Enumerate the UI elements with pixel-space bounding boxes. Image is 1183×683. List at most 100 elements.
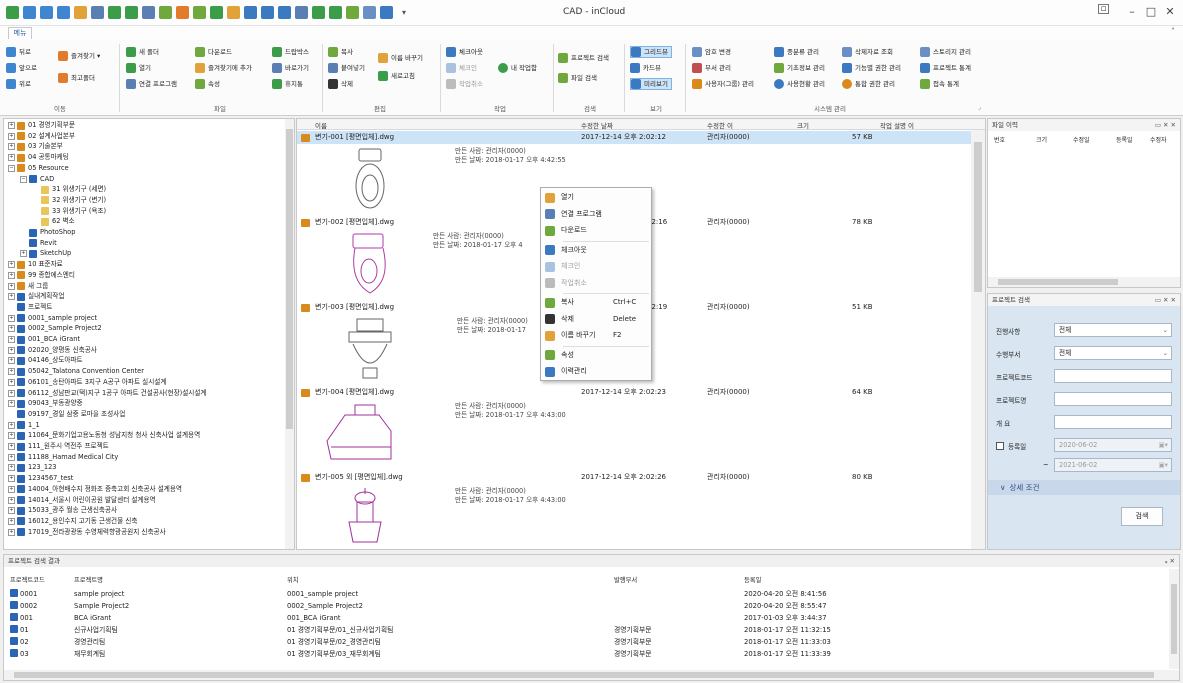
tree-expander-icon[interactable]: [8, 411, 15, 418]
menu-item-checkout[interactable]: 체크아웃: [541, 243, 651, 258]
dialog-launcher-icon[interactable]: ⌟: [978, 104, 981, 111]
tree-expander-icon[interactable]: [20, 240, 27, 247]
tree-expander-icon[interactable]: +: [8, 475, 15, 483]
history-column[interactable]: 번호: [994, 135, 1005, 144]
collapse-ribbon-icon[interactable]: ˄: [1171, 27, 1175, 36]
tree-node[interactable]: +02 설계사업본부: [8, 132, 75, 141]
tree-expander-icon[interactable]: −: [20, 175, 27, 183]
forward-icon[interactable]: [40, 6, 53, 19]
menu-item-history[interactable]: 이력관리: [541, 364, 651, 379]
tree-expander-icon[interactable]: +: [8, 357, 15, 365]
tree-expander-icon[interactable]: +: [8, 517, 15, 525]
tree-node[interactable]: +11064_문화기업고용노동청 성남지청 청사 신축사업 설계용역: [8, 431, 200, 440]
menu-item-properties[interactable]: 속성: [541, 348, 651, 363]
tree-expander-icon[interactable]: −: [8, 164, 15, 172]
tree-expander-icon[interactable]: +: [20, 250, 27, 258]
results-column[interactable]: 위치: [287, 575, 299, 584]
cancel-work-button[interactable]: 작업취소: [446, 78, 483, 90]
result-row[interactable]: 0001 sample project 0001_sample project 202…: [4, 589, 1164, 600]
tree-expander-icon[interactable]: +: [8, 528, 15, 536]
file-row[interactable]: 변기-004 [평면입체].dwg 2017-12-14 오후 2:02:23 관리…: [297, 386, 973, 399]
copy-icon[interactable]: [244, 6, 257, 19]
my-work-icon[interactable]: [329, 6, 342, 19]
open-with-icon[interactable]: [142, 6, 155, 19]
tree-node[interactable]: +06112_성남판교(택)지구 1공구 아파트 건설공사(현장)설시설계: [8, 389, 207, 398]
result-row[interactable]: 02 경영관리팀 01 경영기획부문/02_경영관리팀 경영기획부문 2018-01-1…: [4, 637, 1164, 648]
status-select[interactable]: 전체 ⌄: [1054, 323, 1172, 337]
tree-expander-icon[interactable]: +: [8, 282, 15, 290]
menu-item-checkin[interactable]: 체크인: [541, 259, 651, 274]
preview-icon[interactable]: [380, 6, 393, 19]
date-from-input[interactable]: 2020-06-02 ▣▾: [1054, 438, 1172, 452]
tree-expander-icon[interactable]: +: [8, 389, 15, 397]
file-row[interactable]: 변기-005 외 [평면입체].dwg 2017-12-14 오후 2:02:26…: [297, 471, 973, 484]
project-name-input[interactable]: [1054, 392, 1172, 406]
top-folder-button[interactable]: 최고폴더: [58, 72, 95, 84]
column-name[interactable]: 이름: [315, 120, 327, 130]
tree-expander-icon[interactable]: [32, 197, 39, 204]
date-checkbox[interactable]: [996, 442, 1004, 450]
tree-expander-icon[interactable]: [8, 304, 15, 311]
rename-button[interactable]: 이름 바꾸기: [378, 52, 423, 64]
grid-view-button[interactable]: 그리드뷰: [630, 46, 672, 58]
tree-node[interactable]: +0001_sample project: [8, 314, 97, 323]
forward-button[interactable]: 앞으로: [6, 62, 37, 74]
file-list-scrollbar[interactable]: [971, 130, 985, 549]
result-row[interactable]: 03 재무회계팀 01 경영기획부문/03_재무회계팀 경영기획부문 2018-01-1…: [4, 649, 1164, 660]
up-button[interactable]: 위로: [6, 78, 31, 90]
tree-expander-icon[interactable]: +: [8, 496, 15, 504]
my-work-button[interactable]: 내 작업함: [498, 62, 537, 74]
delete-button[interactable]: 삭제: [328, 78, 353, 90]
tree-expander-icon[interactable]: +: [8, 293, 15, 301]
recycle-button[interactable]: 휴지통: [272, 78, 303, 90]
tree-node[interactable]: +1234567_test: [8, 474, 73, 483]
checkin-icon[interactable]: [295, 6, 308, 19]
tree-node[interactable]: 32 위생기구 (변기): [32, 196, 106, 205]
search-icon[interactable]: [346, 6, 359, 19]
refresh-button[interactable]: 새로고침: [378, 70, 415, 82]
tree-expander-icon[interactable]: +: [8, 432, 15, 440]
tree-expander-icon[interactable]: +: [8, 443, 15, 450]
tree-node[interactable]: +14014_서울시 어린이공원 발달센터 설계용역: [8, 496, 156, 505]
tree-node[interactable]: 09197_경일 삼중 로마을 조성사업: [8, 410, 125, 419]
tree-expander-icon[interactable]: +: [8, 346, 15, 354]
download-icon[interactable]: [159, 6, 172, 19]
tree-node[interactable]: +05042_Talatona Convention Center: [8, 367, 144, 376]
open-with-button[interactable]: 연결 프로그램: [126, 78, 177, 90]
panel-buttons[interactable]: ▭ ✕ ✕: [1155, 119, 1176, 131]
search-button[interactable]: 검색: [1121, 507, 1163, 526]
new-folder-icon[interactable]: [108, 6, 121, 19]
date-to-input[interactable]: 2021-06-02 ▣▾: [1054, 458, 1172, 472]
tree-node[interactable]: +11188_Hamad Medical City: [8, 453, 118, 462]
tree-expander-icon[interactable]: +: [8, 485, 15, 493]
add-favorite-icon[interactable]: [176, 6, 189, 19]
usage-button[interactable]: 사용현황 관리: [774, 78, 825, 90]
history-column[interactable]: 크기: [1036, 135, 1047, 144]
close-button[interactable]: ✕: [1162, 5, 1178, 18]
storage-mgmt-button[interactable]: 스토리지 관리: [920, 46, 971, 58]
result-row[interactable]: 0002 Sample Project2 0002_Sample Project2 2…: [4, 601, 1164, 612]
menu-item-open-with[interactable]: 연결 프로그램: [541, 207, 651, 222]
panel-buttons[interactable]: ▭ ✕ ✕: [1155, 294, 1176, 306]
tree-node[interactable]: +01 경영기획부문: [8, 121, 75, 130]
tree-node[interactable]: 62 벽소: [32, 217, 75, 226]
result-row[interactable]: 001 BCA iGrant 001_BCA iGrant 2017-01-03 오후…: [4, 613, 1164, 624]
minimize-button[interactable]: –: [1124, 5, 1140, 18]
refresh-icon[interactable]: [261, 6, 274, 19]
tree-expander-icon[interactable]: +: [8, 464, 15, 472]
menu-item-rename[interactable]: 이름 바꾸기 F2: [541, 328, 651, 343]
tree-expander-icon[interactable]: +: [8, 378, 15, 386]
results-vscrollbar-thumb[interactable]: [1171, 584, 1177, 654]
properties-button[interactable]: 속성: [195, 78, 220, 90]
menu-item-open[interactable]: 열기: [541, 190, 651, 205]
access-stats-button[interactable]: 접속 통계: [920, 78, 959, 90]
tree-node[interactable]: +10 표준자료: [8, 260, 63, 269]
category-mgmt-button[interactable]: 중분류 관리: [774, 46, 819, 58]
shortcut-button[interactable]: 바로가기: [272, 62, 309, 74]
history-hscrollbar-thumb[interactable]: [998, 279, 1118, 285]
menu-item-delete[interactable]: 삭제 Delete: [541, 312, 651, 327]
checkin-button[interactable]: 체크인: [446, 62, 477, 74]
favorites-icon[interactable]: [74, 6, 87, 19]
result-row[interactable]: 01 신규사업기획팀 01 경영기획부문/01_신규사업기획팀 경영기획부문 2018-…: [4, 625, 1164, 636]
tab-menu[interactable]: 메뉴: [8, 27, 32, 39]
